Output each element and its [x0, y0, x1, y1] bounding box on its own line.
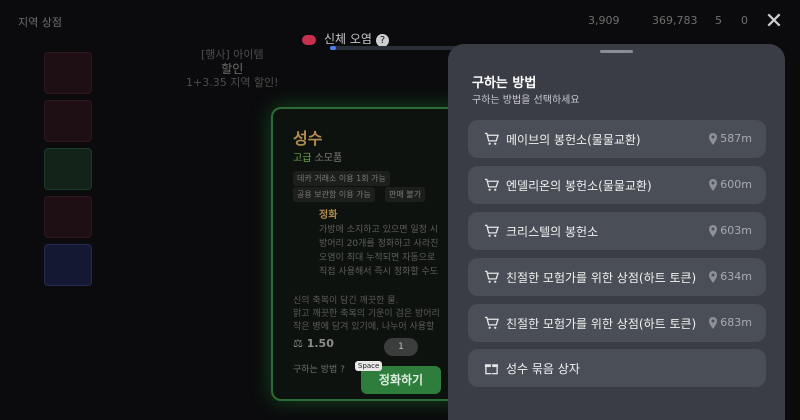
character-slot[interactable] — [44, 244, 92, 286]
item-grade: 고급 소모품 — [293, 149, 342, 164]
item-name: 성수 — [293, 129, 323, 148]
source-option[interactable]: 친절한 모험가를 위한 상점(하트 토큰) 634m — [468, 258, 766, 296]
description-line: 작은 병에 담겨 있기에, 나누어 사용할 — [293, 322, 435, 332]
option-label: 엔델리온의 봉헌소(물물교환) — [506, 179, 652, 193]
description-line: 맑고 깨끗한 축복의 기운이 검은 방어리 — [293, 309, 440, 319]
option-label: 성수 묶음 상자 — [506, 362, 580, 376]
source-option[interactable]: 엔델리온의 봉헌소(물물교환) 600m — [468, 166, 766, 204]
close-icon[interactable]: ✕ — [762, 10, 786, 34]
item-effect: 정화 가방에 소지하고 있으면 일정 시 방어리 20개를 정화하고 사라진 오… — [319, 209, 438, 279]
item-tag: 판매 불가 — [385, 187, 425, 202]
option-distance: 683m — [720, 316, 752, 329]
source-option[interactable]: 친절한 모험가를 위한 상점(하트 토큰) 683m — [468, 304, 766, 342]
how-to-get-sheet: 구하는 방법 구하는 방법을 선택하세요 메이브의 봉헌소(물물교환) 587m… — [448, 44, 785, 420]
cart-icon — [484, 316, 499, 329]
source-option[interactable]: 성수 묶음 상자 — [468, 349, 766, 387]
sheet-title: 구하는 방법 — [472, 76, 537, 91]
character-slot[interactable] — [44, 148, 92, 190]
option-distance: 587m — [720, 132, 752, 145]
source-option[interactable]: 메이브의 봉헌소(물물교환) 587m — [468, 120, 766, 158]
location-pin-icon — [709, 179, 717, 191]
cart-icon — [484, 270, 499, 283]
option-label: 친절한 모험가를 위한 상점(하트 토큰) — [506, 317, 697, 331]
character-slots — [44, 52, 98, 292]
sheet-subtitle: 구하는 방법을 선택하세요 — [472, 95, 580, 106]
body-mode-label: 신체 오염 — [324, 32, 372, 46]
drag-handle[interactable] — [600, 50, 633, 53]
how-to-get-label: 구하는 방법 — [293, 365, 338, 375]
promo-line-1: [행사] 아이템 — [200, 48, 264, 61]
location-pin-icon — [709, 317, 717, 329]
cart-icon — [484, 224, 499, 237]
shop-label: 지역 상점 — [18, 16, 62, 29]
promo-text: [행사] 아이템 할인 1+3.35 지역 할인! — [186, 48, 279, 90]
cart-icon — [484, 178, 499, 191]
space-key-hint: Space — [355, 361, 383, 371]
character-slot[interactable] — [44, 52, 92, 94]
item-description: 신의 축복이 담긴 깨끗한 물. 맑고 깨끗한 축복의 기운이 검은 방어리 작… — [293, 295, 440, 334]
item-weight: ⚖ 1.50 — [293, 337, 334, 350]
item-count-badge: 1 — [384, 338, 418, 356]
item-tag: 데카 거래소 이용 1회 가능 — [293, 171, 390, 186]
body-contamination: 신체 오염? — [302, 30, 389, 47]
location-pin-icon — [709, 225, 717, 237]
description-line: 신의 축복이 담긴 깨끗한 물. — [293, 296, 399, 306]
character-slot[interactable] — [44, 196, 92, 238]
how-to-get-link[interactable]: 구하는 방법 ? — [293, 362, 345, 375]
count-value: 1 — [398, 342, 404, 352]
option-label: 메이브의 봉헌소(물물교환) — [506, 133, 641, 147]
item-card: 성수 고급 소모품 데카 거래소 이용 1회 가능 공용 보관함 이용 가능 판… — [271, 107, 465, 401]
weight-value: 1.50 — [306, 337, 334, 350]
gift-icon — [484, 364, 499, 375]
item-tag: 공용 보관함 이용 가능 — [293, 187, 375, 202]
type-label: 소모품 — [314, 153, 343, 164]
stat-3: 5 — [715, 14, 722, 27]
grade-label: 고급 — [293, 153, 312, 164]
stat-1: 3,909 — [588, 14, 620, 27]
effect-line: 직접 사용해서 즉시 정화할 수도 — [319, 267, 439, 277]
option-label: 크리스텔의 봉헌소 — [506, 225, 599, 239]
location-pin-icon — [709, 133, 717, 145]
stat-2: 369,783 — [652, 14, 698, 27]
effect-line: 가방에 소지하고 있으면 일정 시 — [319, 225, 439, 235]
option-distance: 634m — [720, 270, 752, 283]
character-slot[interactable] — [44, 100, 92, 142]
source-option[interactable]: 크리스텔의 봉헌소 603m — [468, 212, 766, 250]
option-label: 친절한 모험가를 위한 상점(하트 토큰) — [506, 271, 697, 285]
purify-label: 정화하기 — [378, 373, 424, 387]
contamination-bar — [330, 46, 460, 50]
effect-name: 정화 — [319, 210, 338, 221]
effect-line: 방어리 20개를 정화하고 사라진 — [319, 239, 439, 249]
cart-icon — [484, 132, 499, 145]
effect-line: 오염이 최대 누적되면 자동으로 — [319, 253, 436, 263]
promo-line-3: 1+3.35 지역 할인! — [186, 76, 279, 89]
option-distance: 603m — [720, 224, 752, 237]
location-pin-icon — [709, 271, 717, 283]
promo-line-2: 할인 — [221, 62, 244, 76]
gem-icon — [302, 34, 316, 45]
option-distance: 600m — [720, 178, 752, 191]
top-bar: 지역 상점 3,909 369,783 5 0 ✕ — [0, 0, 800, 40]
stat-4: 0 — [741, 14, 748, 27]
